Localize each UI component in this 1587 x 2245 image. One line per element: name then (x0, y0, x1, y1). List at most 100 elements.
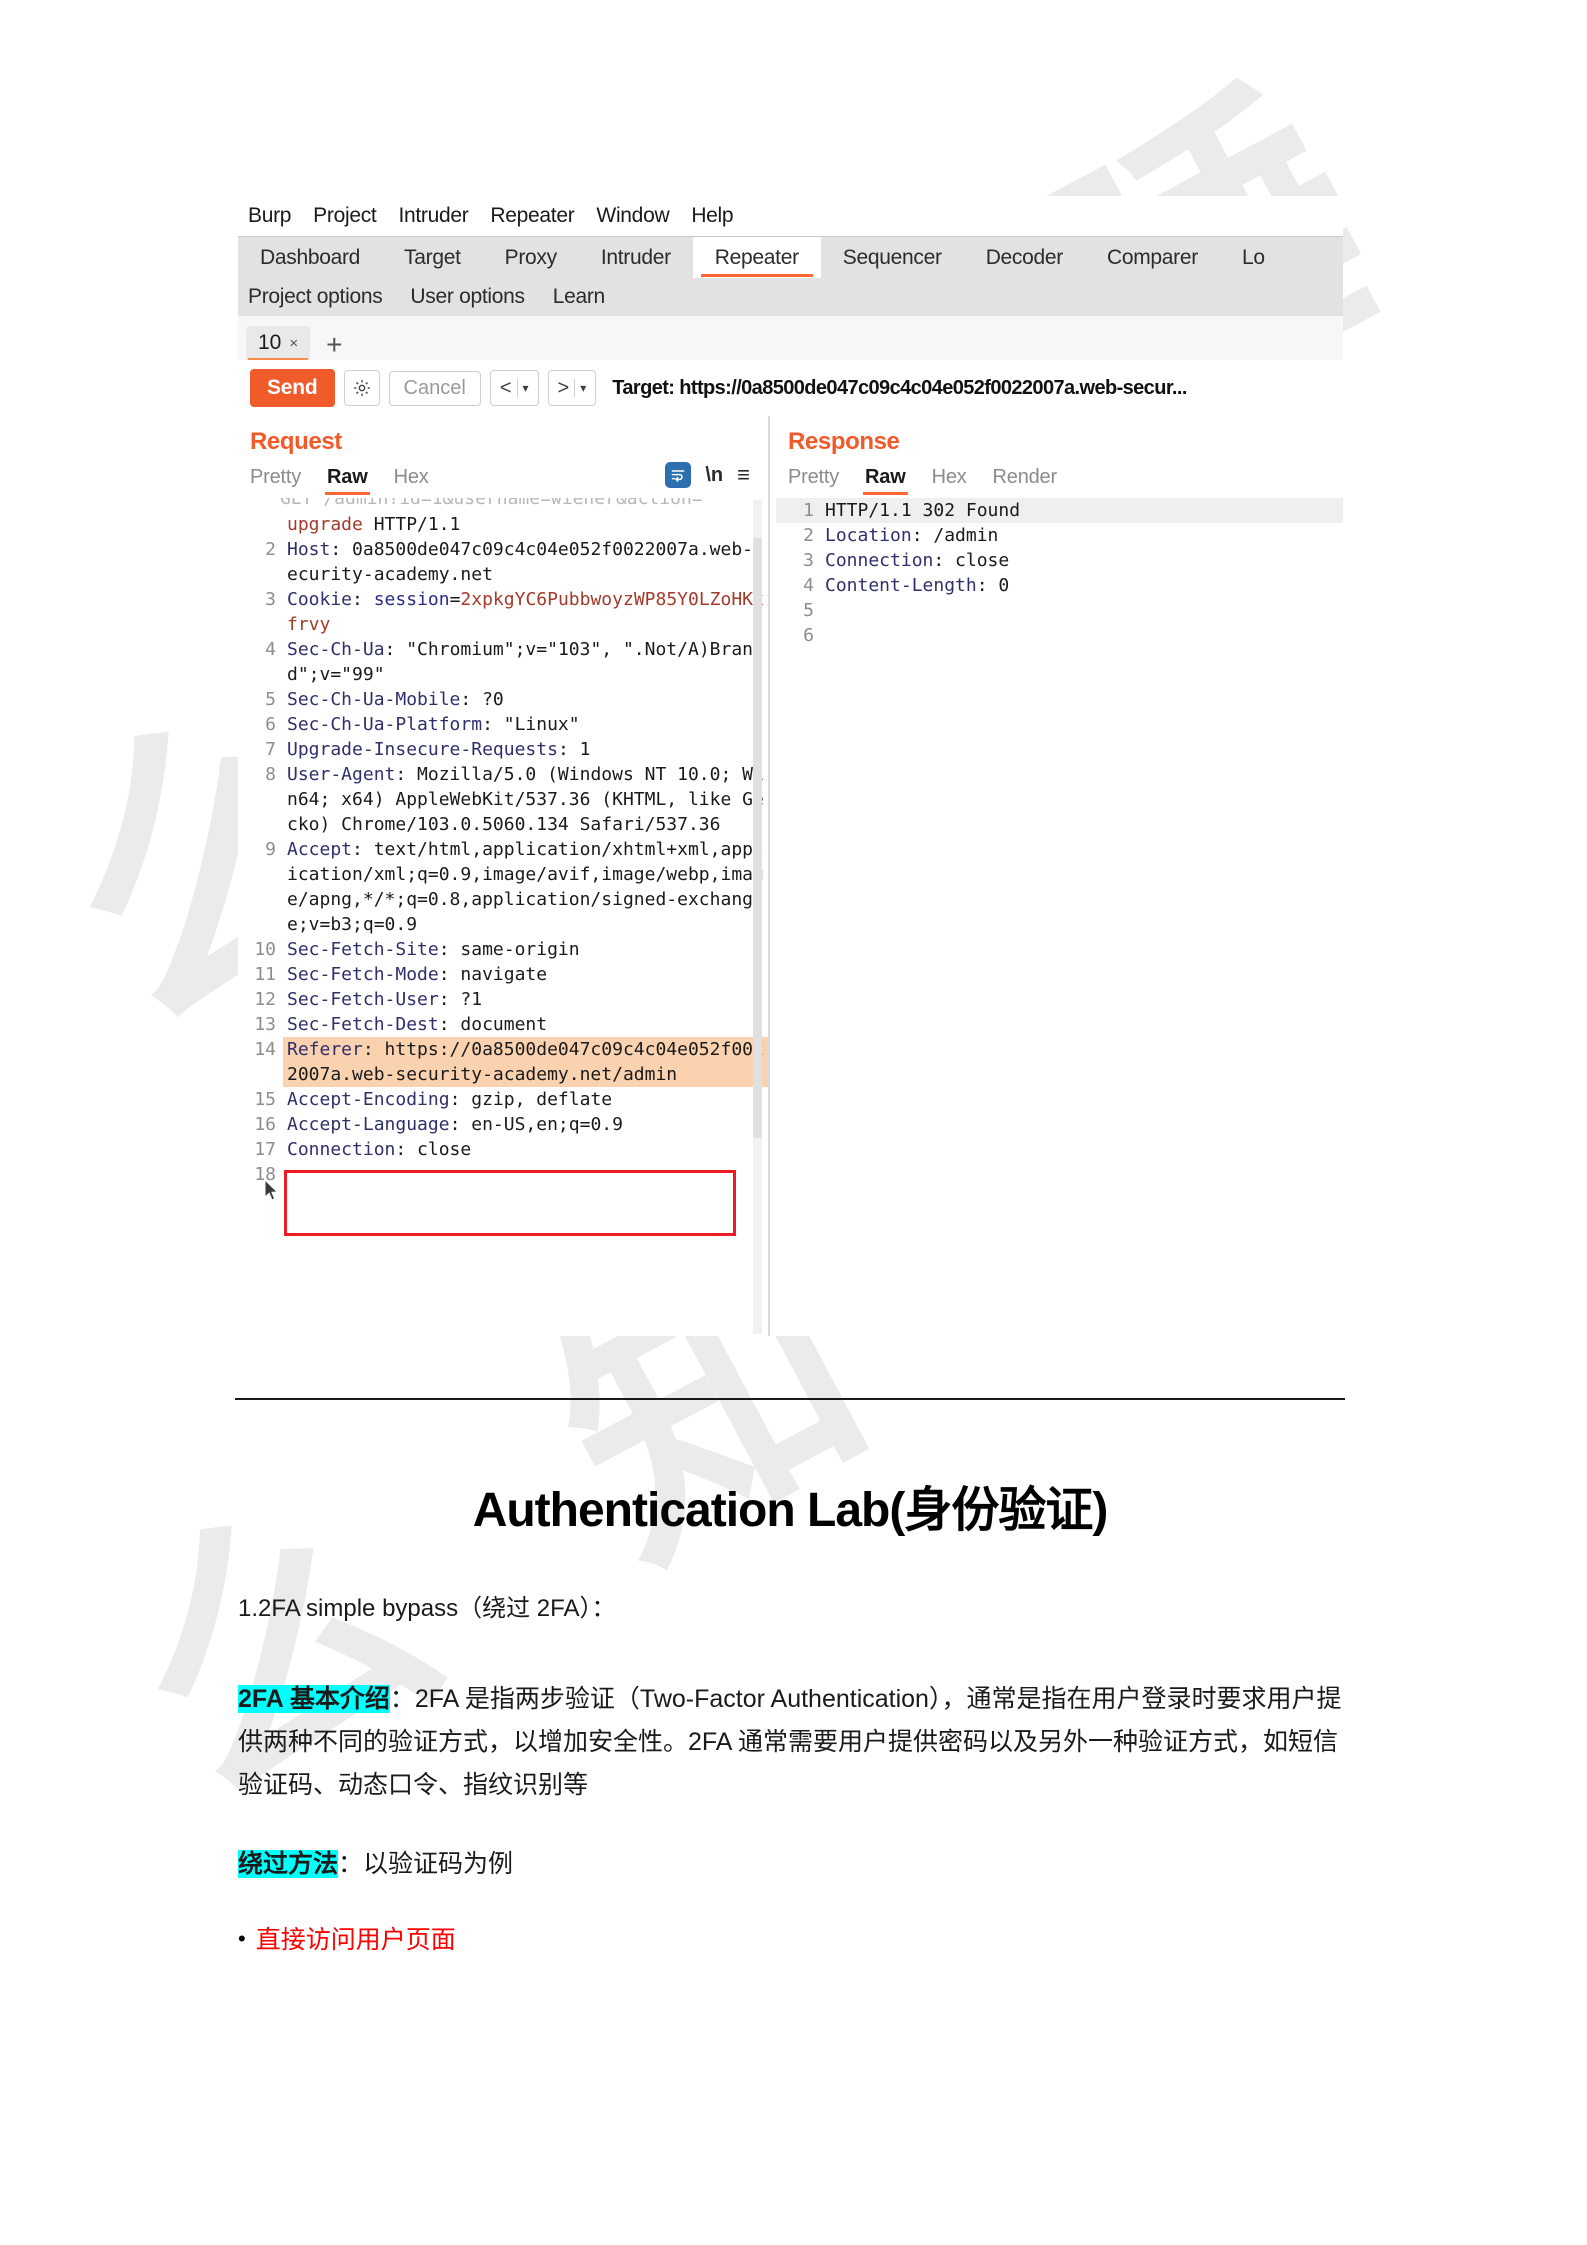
tab-repeater[interactable]: Repeater (692, 237, 821, 279)
request-line: 16 Accept-Language: en-US,en;q=0.9 (238, 1112, 768, 1137)
line-text: Sec-Ch-Ua-Platform: "Linux" (287, 714, 580, 735)
response-line: 1 HTTP/1.1 302 Found (776, 498, 1343, 523)
line-number: 11 (254, 964, 276, 985)
request-line: 12 Sec-Fetch-User: ?1 (238, 987, 768, 1012)
menu-item-project[interactable]: Project (313, 204, 377, 228)
request-line: 18 (238, 1162, 768, 1187)
request-line: 8 User-Agent: Mozilla/5.0 (Windows NT 10… (238, 762, 768, 837)
method-paragraph: 绕过方法：以验证码为例 (238, 1844, 1350, 1880)
tab-project-options[interactable]: Project options (248, 285, 383, 309)
request-editor[interactable]: GET /admin?id=1&username=wiener&action= … (238, 498, 768, 1336)
request-line: upgrade HTTP/1.1 (238, 512, 768, 537)
method-body: ：以验证码为例 (338, 1850, 514, 1878)
line-number: 9 (265, 839, 276, 860)
add-tab-icon[interactable]: + (326, 330, 342, 360)
response-subtab-raw[interactable]: Raw (863, 466, 908, 495)
response-pane: Response Pretty Raw Hex Render 1 HTTP/1.… (776, 416, 1343, 1336)
line-number: 2 (803, 525, 814, 546)
forward-button[interactable]: > ▾ (547, 370, 597, 406)
request-line: 13 Sec-Fetch-Dest: document (238, 1012, 768, 1037)
tab-learn[interactable]: Learn (553, 285, 606, 309)
word-wrap-icon[interactable] (665, 462, 692, 488)
request-line: 10 Sec-Fetch-Site: same-origin (238, 937, 768, 962)
tab-logger[interactable]: Lo (1220, 237, 1287, 279)
line-number: 6 (265, 714, 276, 735)
line-number: 8 (265, 764, 276, 785)
menu-item-intruder[interactable]: Intruder (398, 204, 468, 228)
back-button[interactable]: < ▾ (489, 370, 539, 406)
tab-sequencer[interactable]: Sequencer (821, 237, 964, 279)
repeater-tab-10[interactable]: 10 × (246, 326, 311, 361)
close-icon[interactable]: × (289, 335, 298, 352)
menu-icon[interactable]: ≡ (737, 462, 750, 488)
line-text: User-Agent: Mozilla/5.0 (Windows NT 10.0… (287, 764, 764, 835)
send-button[interactable]: Send (250, 369, 335, 407)
line-text: Referer: https://0a8500de047c09c4c04e052… (283, 1037, 768, 1087)
request-subtab-raw[interactable]: Raw (325, 466, 370, 495)
line-number: 6 (803, 625, 814, 646)
chevron-left-icon: < (499, 376, 512, 399)
intro-paragraph: 2FA 基本介绍：2FA 是指两步验证（Two-Factor Authentic… (238, 1678, 1350, 1807)
gear-icon[interactable] (343, 370, 380, 406)
tab-intruder[interactable]: Intruder (579, 237, 693, 279)
response-line: 5 (776, 598, 1343, 623)
tab-user-options[interactable]: User options (410, 285, 525, 309)
line-text: Accept-Encoding: gzip, deflate (287, 1089, 613, 1110)
pane-divider[interactable] (768, 416, 770, 1336)
target-url-label: Target: https://0a8500de047c09c4c04e052f… (612, 376, 1187, 399)
response-line: 3 Connection: close (776, 548, 1343, 573)
repeater-toolbar: Send Cancel < ▾ > ▾ Target: https://0a85… (238, 360, 1343, 416)
chevron-down-icon[interactable]: ▾ (518, 381, 534, 395)
bullet-item: • 直接访问用户页面 (238, 1920, 1350, 1956)
line-text: Sec-Fetch-User: ?1 (287, 989, 483, 1010)
request-line: 2 Host: 0a8500de047c09c4c04e052f0022007a… (238, 537, 768, 587)
chevron-down-icon[interactable]: ▾ (575, 381, 591, 395)
tab-target[interactable]: Target (382, 237, 483, 279)
newline-icon[interactable]: \n (705, 464, 723, 487)
line-text: Accept: text/html,application/xhtml+xml,… (287, 839, 764, 935)
line-number: 5 (265, 689, 276, 710)
line-number: 1 (803, 500, 814, 521)
request-line: 4 Sec-Ch-Ua: "Chromium";v="103", ".Not/A… (238, 637, 768, 687)
line-number: 3 (265, 589, 276, 610)
menu-item-window[interactable]: Window (596, 204, 669, 228)
tab-comparer[interactable]: Comparer (1085, 237, 1220, 279)
line-number: 12 (254, 989, 276, 1010)
burp-suite-screenshot: Burp Project Intruder Repeater Window He… (238, 196, 1343, 1336)
line-number: 14 (254, 1039, 276, 1060)
tab-dashboard[interactable]: Dashboard (238, 237, 382, 279)
line-text: Connection: close (287, 1139, 472, 1160)
line-text: Accept-Language: en-US,en;q=0.9 (287, 1114, 623, 1135)
line-text: upgrade HTTP/1.1 (287, 514, 461, 535)
line-text: HTTP/1.1 302 Found (825, 500, 1021, 521)
line-number: 4 (265, 639, 276, 660)
line-text: Content-Length: 0 (825, 575, 1010, 596)
request-response-split: Request Pretty Raw Hex \n ≡ GET /admin?i… (238, 416, 1343, 1336)
method-highlight-label: 绕过方法 (238, 1850, 339, 1878)
menu-item-repeater[interactable]: Repeater (490, 204, 574, 228)
request-line: 6 Sec-Ch-Ua-Platform: "Linux" (238, 712, 768, 737)
request-title: Request (250, 428, 342, 455)
line-text: Sec-Ch-Ua-Mobile: ?0 (287, 689, 504, 710)
response-subtab-render[interactable]: Render (993, 466, 1058, 489)
main-tab-bar: Dashboard Target Proxy Intruder Repeater… (238, 236, 1343, 279)
request-scrollbar-thumb[interactable] (753, 538, 762, 1138)
line-text: Sec-Fetch-Dest: document (287, 1014, 548, 1035)
tab-decoder[interactable]: Decoder (964, 237, 1085, 279)
bullet-label: 直接访问用户页面 (255, 1926, 456, 1954)
request-subtab-hex[interactable]: Hex (394, 466, 429, 489)
line-number: 4 (803, 575, 814, 596)
request-clipped-line: GET /admin?id=1&username=wiener&action= (280, 498, 703, 509)
page-title: Authentication Lab(身份验证) (472, 1484, 1109, 1537)
line-text: Connection: close (825, 550, 1010, 571)
response-line: 2 Location: /admin (776, 523, 1343, 548)
request-line: 11 Sec-Fetch-Mode: navigate (238, 962, 768, 987)
response-subtab-pretty[interactable]: Pretty (788, 466, 839, 489)
tab-proxy[interactable]: Proxy (483, 237, 579, 279)
response-subtab-hex[interactable]: Hex (932, 466, 967, 489)
cancel-button[interactable]: Cancel (388, 370, 481, 406)
request-subtab-pretty[interactable]: Pretty (250, 466, 301, 489)
menu-item-help[interactable]: Help (691, 204, 733, 228)
menu-item-burp[interactable]: Burp (248, 204, 291, 228)
response-editor[interactable]: 1 HTTP/1.1 302 Found 2 Location: /admin … (776, 498, 1343, 1336)
